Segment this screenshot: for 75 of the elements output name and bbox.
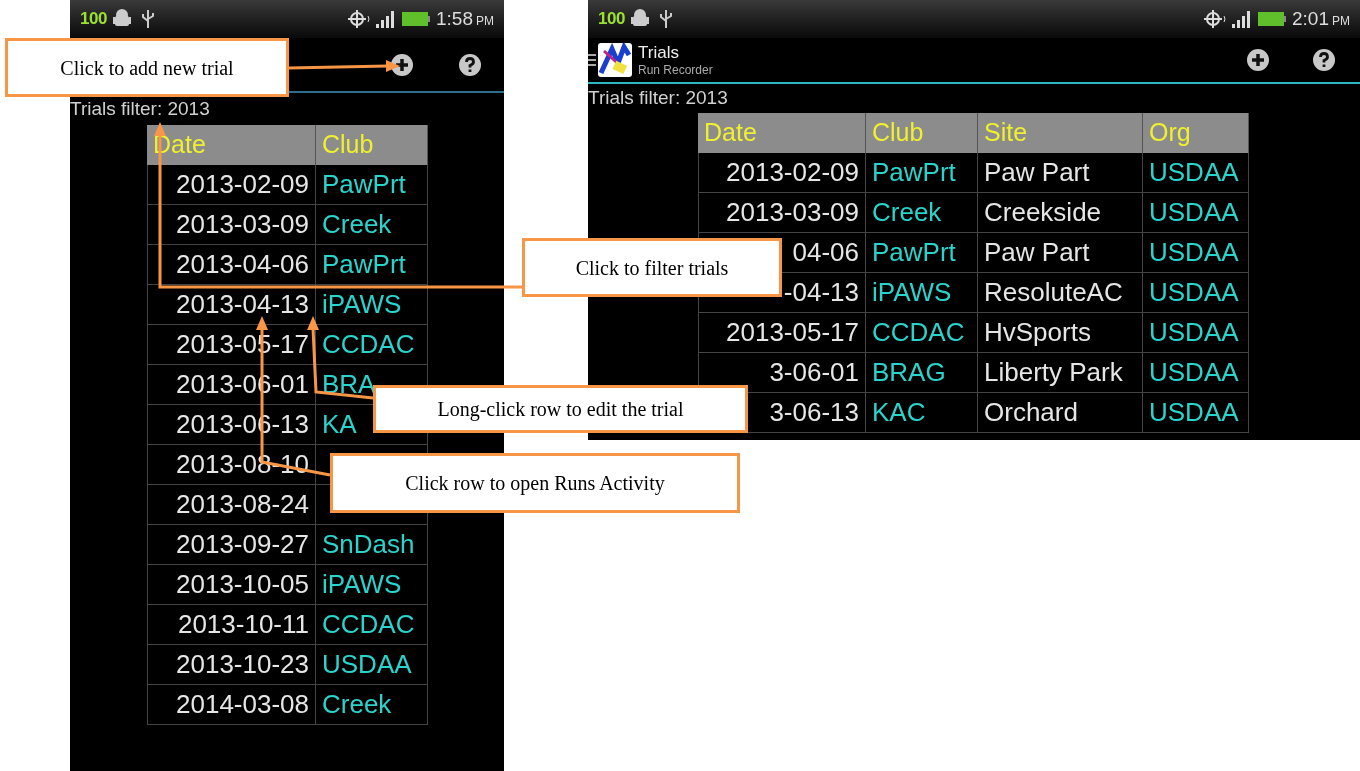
table-cell: HvSports (978, 313, 1143, 353)
add-icon[interactable] (390, 52, 414, 77)
table-cell: BRAG (866, 353, 978, 393)
table-cell: CCDAC (316, 325, 428, 365)
table-cell: SnDash (316, 525, 428, 565)
signal-icon (1232, 10, 1252, 28)
table-cell: 2013-10-11 (147, 605, 316, 645)
column-header: Site (978, 113, 1143, 153)
add-icon[interactable] (1246, 48, 1270, 72)
table-cell: iPAWS (866, 273, 978, 313)
table-cell: USDAA (1143, 193, 1249, 233)
table-cell: 2013-02-09 (698, 153, 866, 193)
table-cell: 2013-08-24 (147, 485, 316, 525)
column-header: Date (698, 113, 866, 153)
table-cell: Liberty Park (978, 353, 1143, 393)
column-header: Club (316, 125, 428, 165)
table-cell: 2013-03-09 (147, 205, 316, 245)
table-cell: Orchard (978, 393, 1143, 433)
table-cell: 2014-03-08 (147, 685, 316, 725)
table-cell: KAC (866, 393, 978, 433)
gps-icon (1204, 9, 1226, 29)
usb-icon (141, 9, 156, 29)
battery-percent: 100 (598, 8, 626, 31)
app-logo-icon[interactable] (598, 43, 632, 77)
table-cell: USDAA (1143, 313, 1249, 353)
table-cell: iPAWS (316, 565, 428, 605)
clock-ampm: PM (476, 13, 494, 30)
callout-box: Click to add new trial (5, 38, 289, 97)
table-cell: 2013-09-27 (147, 525, 316, 565)
table-cell: 2013-10-05 (147, 565, 316, 605)
app-subtitle: Run Recorder (638, 64, 713, 76)
help-icon[interactable] (1312, 48, 1336, 72)
table-cell: Creekside (978, 193, 1143, 233)
table-cell: Creek (316, 205, 428, 245)
callout-box: Click to filter trials (522, 238, 782, 297)
table-cell: 2013-02-09 (147, 165, 316, 205)
table-cell: iPAWS (316, 285, 428, 325)
table-cell: 2013-05-17 (698, 313, 866, 353)
column-header: Club (866, 113, 978, 153)
column-header: Org (1143, 113, 1249, 153)
gps-icon (348, 9, 370, 29)
table-cell: USDAA (1143, 393, 1249, 433)
battery-icon (402, 12, 430, 26)
table-cell: PawPrt (316, 165, 428, 205)
table-cell: PawPrt (866, 153, 978, 193)
table-cell: Creek (316, 685, 428, 725)
table-cell: USDAA (316, 645, 428, 685)
app-title: Trials (638, 44, 680, 61)
usb-icon (659, 9, 674, 29)
clock-time: 2:01 (1292, 6, 1329, 31)
table-cell: CCDAC (866, 313, 978, 353)
table-cell: USDAA (1143, 233, 1249, 273)
battery-percent: 100 (80, 8, 108, 31)
callout-box: Long-click row to edit the trial (373, 385, 748, 433)
help-icon[interactable] (458, 52, 482, 77)
table-cell: CCDAC (316, 605, 428, 645)
table-cell: 2013-04-06 (147, 245, 316, 285)
table-cell: USDAA (1143, 273, 1249, 313)
table-cell: Paw Part (978, 233, 1143, 273)
callout-box: Click row to open Runs Activity (330, 453, 740, 513)
signal-icon (376, 10, 396, 28)
table-cell: ResoluteAC (978, 273, 1143, 313)
clock-ampm: PM (1332, 13, 1350, 30)
table-cell: Creek (866, 193, 978, 233)
table-cell: PawPrt (316, 245, 428, 285)
table-cell: 2013-10-23 (147, 645, 316, 685)
clock-time: 1:58 (436, 6, 473, 31)
filter-label[interactable]: Trials filter: 2013 (588, 84, 728, 113)
table-cell: Paw Part (978, 153, 1143, 193)
table-cell: PawPrt (866, 233, 978, 273)
table-cell: USDAA (1143, 153, 1249, 193)
battery-icon (1258, 12, 1286, 26)
filter-label[interactable]: Trials filter: 2013 (70, 94, 210, 124)
table-cell: 2013-03-09 (698, 193, 866, 233)
table-cell: USDAA (1143, 353, 1249, 393)
